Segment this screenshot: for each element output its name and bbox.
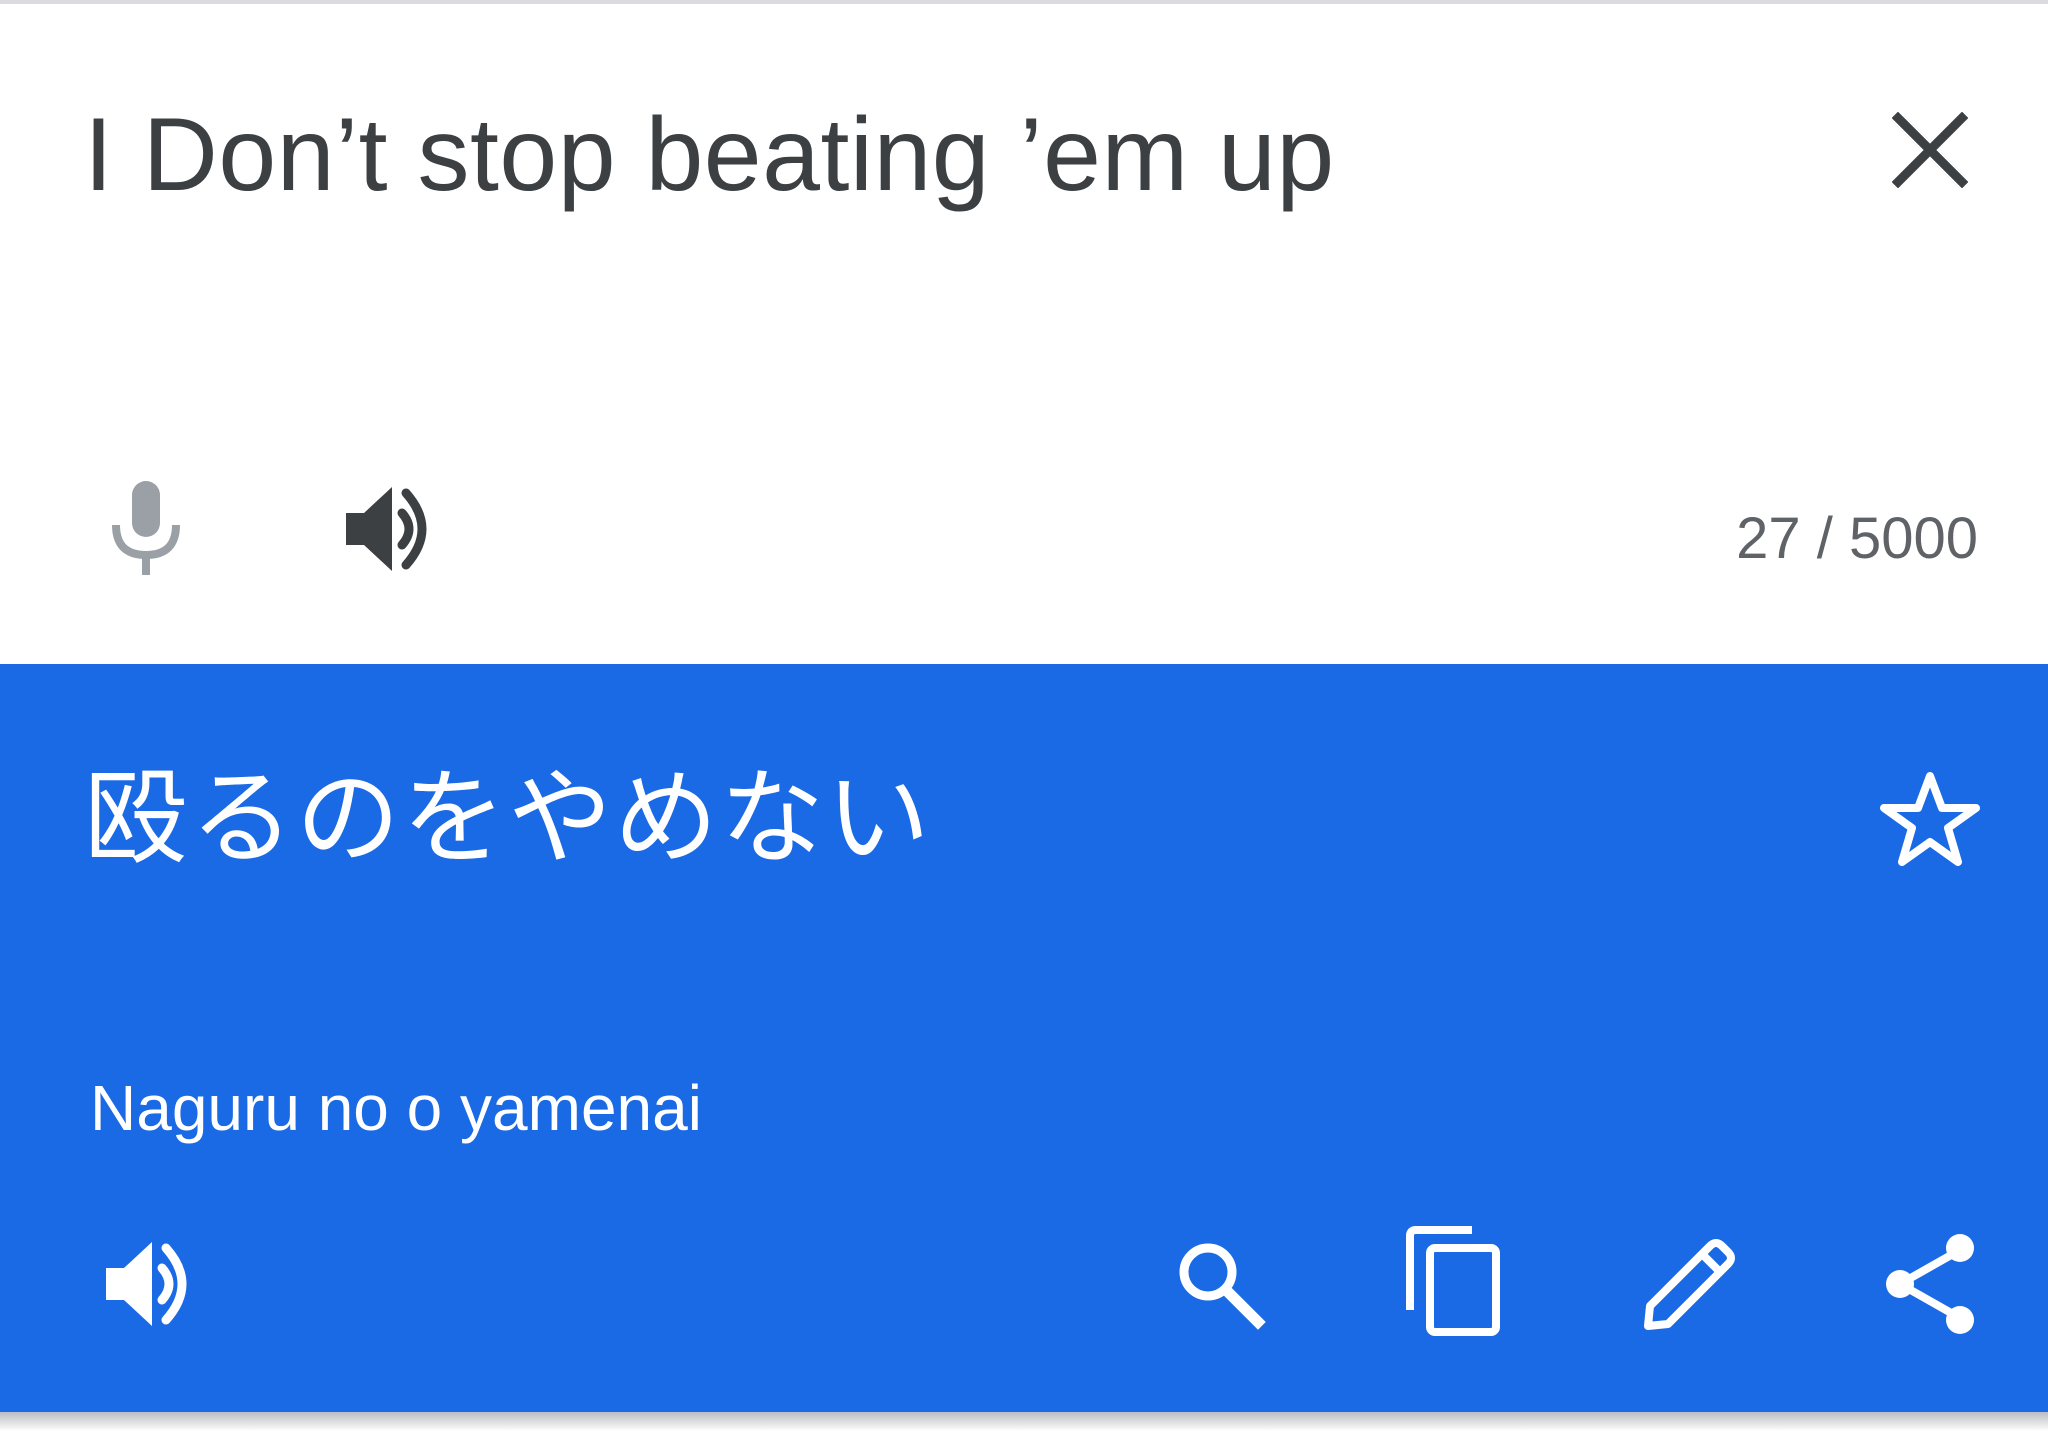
pencil-icon [1644,1239,1735,1330]
translated-text: 殴るのをやめない [84,761,933,877]
character-counter: 27 / 5000 [1736,506,1978,571]
panel-shadow [0,1412,2048,1431]
source-panel: I Don’t stop beating ’em up 27 / 5000 [0,4,2048,664]
listen-source-button[interactable] [330,474,450,584]
share-icon [1886,1234,1974,1334]
source-text-input[interactable]: I Don’t stop beating ’em up [84,90,1335,220]
copy-icon [1406,1226,1500,1336]
copy-translation-button[interactable] [1392,1220,1512,1344]
close-icon [1892,112,1968,188]
translate-screen: I Don’t stop beating ’em up 27 / 5000 殴る… [0,0,2048,1431]
search-translation-button[interactable] [1160,1224,1280,1344]
transliteration-text: Naguru no o yamenai [90,1072,702,1144]
microphone-icon [112,481,180,575]
save-translation-button[interactable] [1870,760,1990,880]
clear-input-button[interactable] [1880,100,1980,200]
voice-input-button[interactable] [96,474,196,584]
speaker-icon [346,487,427,571]
listen-translation-button[interactable] [90,1224,210,1344]
speaker-icon [106,1242,187,1326]
share-translation-button[interactable] [1870,1224,1990,1344]
search-icon [1179,1243,1266,1330]
star-outline-icon [1880,772,1980,866]
translation-panel: 殴るのをやめない Naguru no o yamenai [0,664,2048,1412]
edit-translation-button[interactable] [1630,1224,1750,1344]
